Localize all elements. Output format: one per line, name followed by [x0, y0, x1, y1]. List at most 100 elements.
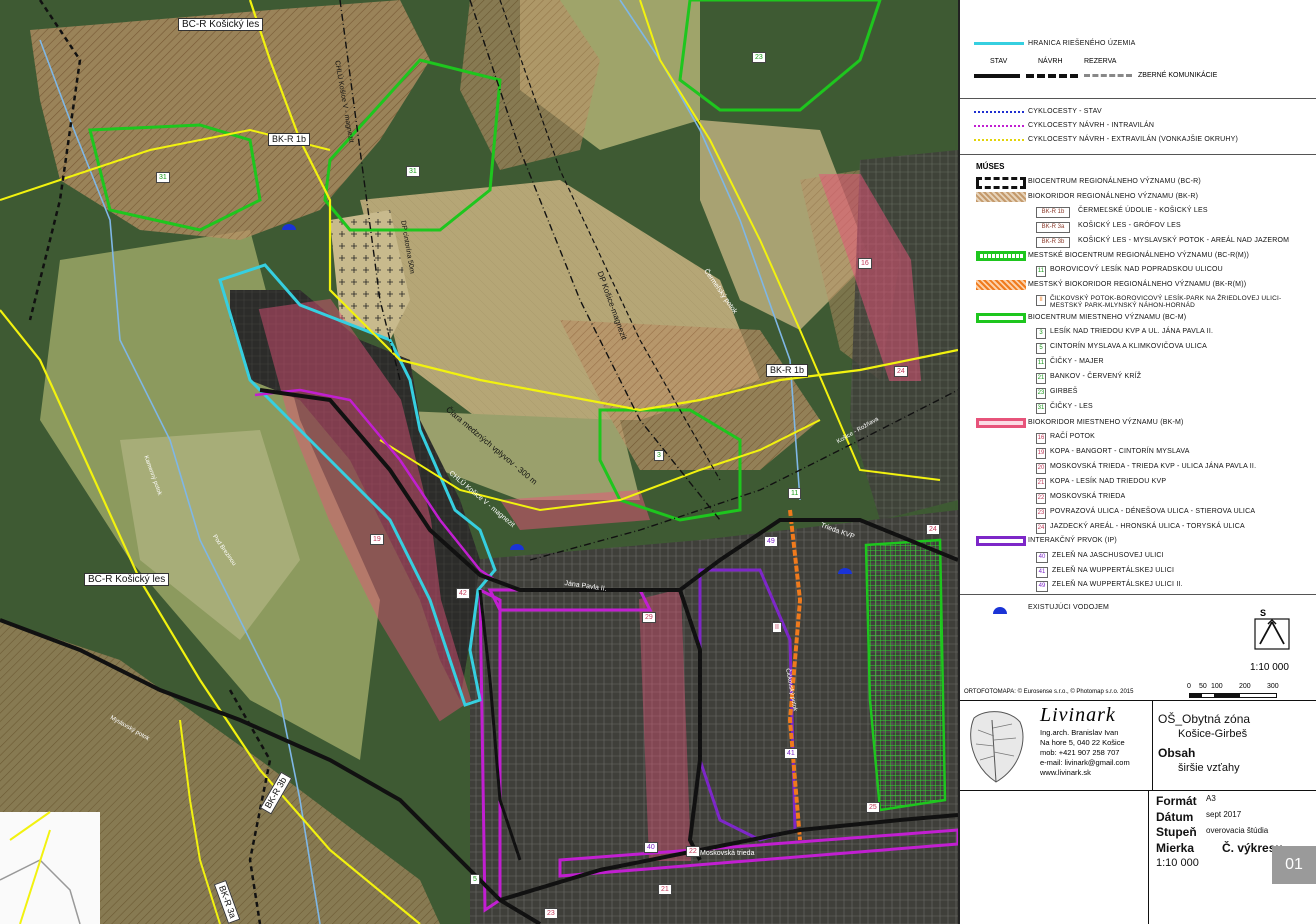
obsah-label: Obsah — [1158, 746, 1196, 760]
cyan-line-symbol — [974, 42, 1024, 45]
legend-label: KOŠICKÝ LES - GRÓFOV LES — [1078, 222, 1181, 229]
code-box: 19 — [1036, 448, 1046, 459]
author-block: Ing.arch. Branislav Ivan Na hore 5, 040 … — [1040, 728, 1130, 778]
legend-row-bcrm-11: 11 BOROVICOVÝ LESÍK NAD POPRADSKOU ULICOU — [960, 264, 1316, 278]
road-stav-symbol — [974, 74, 1020, 78]
ortofoto-credit: ORTOFOTOMAPA: © Eurosense s.r.o., © Phot… — [964, 689, 1134, 695]
legend-row-bcm-item: 11 ČIČKY - MAJER — [960, 356, 1316, 370]
legend-label: BIOCENTRUM MIESTNEHO VÝZNAMU (BC-M) — [1028, 314, 1187, 321]
scale-tick: 100 — [1211, 683, 1223, 690]
badge: 31 — [156, 172, 170, 183]
stupen-label: Stupeň — [1156, 825, 1197, 839]
code-box: 31 — [1036, 403, 1046, 414]
badge: 24 — [926, 524, 940, 535]
bcr-symbol — [976, 177, 1026, 189]
obsah-value: širšie vzťahy — [1178, 762, 1240, 774]
scale-tick: 50 — [1199, 683, 1207, 690]
legend-row-bkm-item: 24 JAZDECKÝ AREÁL - HRONSKÁ ULICA - TORYS… — [960, 521, 1316, 535]
leaf-logo-icon — [970, 711, 1024, 783]
code-box: 16 — [1036, 433, 1046, 444]
label-muses: MÚSES — [976, 162, 1005, 171]
badge: 21 — [658, 884, 672, 895]
badge: 3 — [654, 450, 664, 461]
legend-label: GIRBEŠ — [1050, 388, 1078, 395]
badge: 5 — [470, 874, 480, 885]
scale-tick: 0 — [1187, 683, 1191, 690]
legend-label: ČIČKY - LES — [1050, 403, 1093, 410]
scale-bar-graphic — [1189, 693, 1277, 698]
code-box: 49 — [1036, 581, 1048, 592]
logo-text: Livinark — [1040, 704, 1116, 726]
legend-row-bkm-item: 16 RAČÍ POTOK — [960, 431, 1316, 445]
legend-label: KOPA - BANGORT - CINTORÍN MYSLAVA — [1050, 448, 1190, 455]
badge: 23 — [752, 52, 766, 63]
legend-label: BIOKORIDOR MIESTNEHO VÝZNAMU (BK-M) — [1028, 419, 1184, 426]
legend-label: ČIČKY - MAJER — [1050, 358, 1104, 365]
road-rezerva-symbol — [1084, 74, 1132, 77]
bcrm-symbol — [976, 251, 1026, 261]
bkr-hatch-symbol — [976, 192, 1026, 202]
badge: 23 — [544, 908, 558, 919]
badge: 31 — [406, 166, 420, 177]
author-email: e-mail: livinark@gmail.com — [1040, 758, 1130, 767]
legend-label: ČIĽKOVSKÝ POTOK-BOROVICOVÝ LESÍK-PARK NA… — [1050, 295, 1282, 309]
legend-row-ip-item: 49 ZELEŇ NA WUPPERTÁLSKEJ ULICI II. — [960, 579, 1316, 593]
badge: 11 — [788, 488, 802, 499]
legend-section-muses: MÚSES BIOCENTRUM REGIONÁLNEHO VÝZNAMU (B… — [960, 154, 1316, 595]
legend-row-bcm-item: 21 BANKOV - ČERVENÝ KRÍŽ — [960, 371, 1316, 385]
divider — [1152, 700, 1153, 790]
blue-dotted-symbol — [974, 111, 1024, 113]
north-scale: 1:10 000 — [1250, 662, 1289, 673]
legend-label: MOSKOVSKÁ TRIEDA — [1050, 493, 1126, 500]
code-box: 21 — [1036, 478, 1046, 489]
magenta-dotted-symbol — [974, 125, 1024, 127]
legend-label: RAČÍ POTOK — [1050, 433, 1096, 440]
legend-row-bkm-item: 19 KOPA - BANGORT - CINTORÍN MYSLAVA — [960, 446, 1316, 460]
label-bkr-1b-right: BK-R 1b — [766, 364, 809, 377]
datum-label: Dátum — [1156, 810, 1194, 824]
legend-row-bcm-item: 5 CINTORÍN MYSLAVA A KLIMKOVIČOVA ULICA — [960, 341, 1316, 355]
legend-row-cyclo-intravilan: CYKLOCESTY NÁVRH - INTRAVILÁN — [960, 120, 1316, 134]
legend-row-bkr-3a: BK-R 3a KOŠICKÝ LES - GRÓFOV LES — [960, 220, 1316, 234]
col-navrh: NÁVRH — [1038, 58, 1063, 65]
legend-row-bcm-item: 3 LESÍK NAD TRIEDOU KVP A UL. JÁNA PAVLA … — [960, 326, 1316, 340]
ip-symbol — [976, 536, 1026, 546]
col-rezerva: REZERVA — [1084, 58, 1117, 65]
legend-panel: HRANICA RIEŠENÉHO ÚZEMIA STAV NÁVRH REZE… — [958, 0, 1316, 924]
sheet-number: 01 — [1272, 846, 1316, 884]
north-arrow-icon — [1254, 618, 1290, 650]
author-web: www.livinark.sk — [1040, 768, 1091, 777]
legend-row-ip: INTERAKČNÝ PRVOK (IP) — [960, 535, 1316, 549]
bkm-symbol — [976, 418, 1026, 428]
code-box: BK-R 3a — [1036, 222, 1070, 233]
scale-tick: 300 — [1267, 683, 1279, 690]
mierka-value: 1:10 000 — [1156, 857, 1199, 869]
legend-label: MESTSKÉ BIOCENTRUM REGIONÁLNEHO VÝZNAMU … — [1028, 252, 1249, 259]
legend-row-bkr-1b: BK-R 1b ČERMEĽSKÉ ÚDOLIE - KOŠICKÝ LES — [960, 205, 1316, 219]
bcrm-11 — [864, 538, 947, 812]
legend-section-boundary: HRANICA RIEŠENÉHO ÚZEMIA STAV NÁVRH REZE… — [960, 0, 1316, 99]
stupen-value: overovacia štúdia — [1206, 826, 1269, 835]
format-value: A3 — [1206, 794, 1216, 803]
legend-row-bkr: BIOKORIDOR REGIONÁLNEHO VÝZNAMU (BK-R) — [960, 191, 1316, 205]
scale-tick: 200 — [1239, 683, 1251, 690]
yellow-dotted-symbol — [974, 139, 1024, 141]
legend-label: ZELEŇ NA JASCHUSOVEJ ULICI — [1052, 552, 1164, 559]
legend-row-bcrm: MESTSKÉ BIOCENTRUM REGIONÁLNEHO VÝZNAMU … — [960, 250, 1316, 264]
code-box: 41 — [1036, 567, 1048, 578]
legend-label: BIOCENTRUM REGIONÁLNEHO VÝZNAMU (BC-R) — [1028, 178, 1201, 185]
legend-row-hranica: HRANICA RIEŠENÉHO ÚZEMIA — [960, 38, 1316, 52]
badge: 22 — [686, 846, 700, 857]
mierka-label: Mierka — [1156, 841, 1195, 855]
badge: 16 — [858, 258, 872, 269]
code-box: 11 — [1036, 358, 1046, 369]
code-box: 23 — [1036, 388, 1046, 399]
badge: 19 — [370, 534, 384, 545]
vodojem-icon — [993, 607, 1007, 614]
legend-label: POVRAZOVÁ ULICA - DÉNEŠOVA ULICA - STIER… — [1050, 508, 1256, 515]
bkrm-symbol — [976, 280, 1026, 290]
legend-row-bkm-item: 22 MOSKOVSKÁ TRIEDA — [960, 491, 1316, 505]
legend-label: LESÍK NAD TRIEDOU KVP A UL. JÁNA PAVLA I… — [1050, 328, 1214, 335]
format-label: Formát — [1156, 794, 1197, 808]
code-box: BK-R 1b — [1036, 207, 1070, 218]
